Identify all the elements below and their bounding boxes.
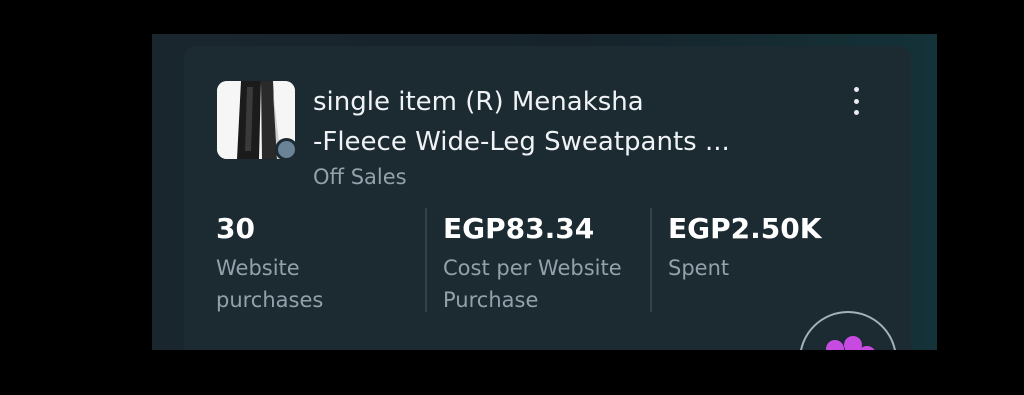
metric-label: Spent — [668, 256, 730, 280]
more-vertical-icon[interactable] — [841, 84, 871, 118]
metric-amount-spent: EGP2.50K Spent — [668, 208, 883, 284]
metric-value: EGP83.34 — [443, 212, 595, 245]
campaign-title-line-1: single item (R) Menaksha — [313, 87, 644, 117]
campaign-title[interactable]: single item (R) Menaksha -Fleece Wide-Le… — [313, 82, 833, 162]
metric-label: Website purchases — [216, 256, 324, 312]
ads-manager-viewport: single item (R) Menaksha -Fleece Wide-Le… — [152, 34, 937, 350]
metric-divider — [650, 208, 652, 312]
floating-action-button[interactable] — [799, 311, 897, 350]
metric-value: 30 — [216, 212, 255, 245]
campaign-title-line-2: -Fleece Wide-Leg Sweatpants ... — [313, 127, 730, 157]
campaign-status-line: Off Sales — [313, 163, 407, 191]
metric-website-purchases: 30 Website purchases — [216, 208, 431, 316]
campaign-category: Sales — [350, 165, 407, 189]
status-indicator — [275, 138, 298, 161]
metric-cost-per-purchase: EGP83.34 Cost per Website Purchase — [443, 208, 658, 316]
campaign-card[interactable]: single item (R) Menaksha -Fleece Wide-Le… — [184, 46, 911, 350]
campaign-status: Off — [313, 165, 344, 189]
metric-divider — [425, 208, 427, 312]
metric-label: Cost per Website Purchase — [443, 256, 622, 312]
flower-icon — [826, 336, 875, 350]
metric-value: EGP2.50K — [668, 212, 822, 245]
